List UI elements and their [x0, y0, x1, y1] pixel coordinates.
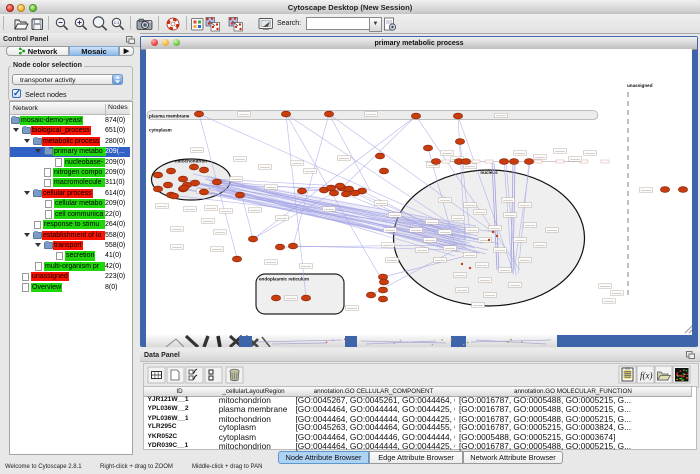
svg-text:f(x): f(x) [640, 371, 653, 381]
svg-text:plasma membrane: plasma membrane [149, 114, 190, 119]
svg-text:mitochondrion: mitochondrion [175, 159, 207, 164]
svg-text:nucleus: nucleus [480, 170, 498, 175]
svg-text:endoplasmic reticulum: endoplasmic reticulum [259, 277, 309, 282]
svg-text:1:1: 1:1 [114, 20, 120, 25]
svg-text:unassigned: unassigned [627, 83, 653, 88]
svg-text:cytoplasm: cytoplasm [149, 128, 172, 133]
